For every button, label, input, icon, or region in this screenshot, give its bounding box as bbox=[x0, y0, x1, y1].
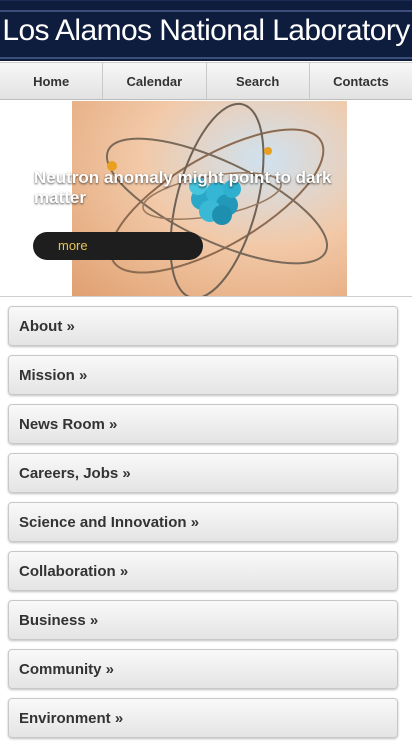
nav-tab-search[interactable]: Search bbox=[207, 63, 310, 99]
section-menu: About » Mission » News Room » Careers, J… bbox=[8, 306, 398, 747]
menu-item-collaboration[interactable]: Collaboration » bbox=[8, 551, 398, 591]
site-title[interactable]: Los Alamos National Laboratory bbox=[0, 14, 412, 48]
nav-tab-calendar[interactable]: Calendar bbox=[103, 63, 207, 99]
menu-item-news-room[interactable]: News Room » bbox=[8, 404, 398, 444]
nav-tab-home[interactable]: Home bbox=[0, 63, 104, 99]
section-divider bbox=[0, 296, 412, 297]
menu-item-community[interactable]: Community » bbox=[8, 649, 398, 689]
more-button[interactable]: more bbox=[33, 232, 203, 260]
menu-item-careers-jobs[interactable]: Careers, Jobs » bbox=[8, 453, 398, 493]
menu-item-business[interactable]: Business » bbox=[8, 600, 398, 640]
menu-item-about[interactable]: About » bbox=[8, 306, 398, 346]
nav-tab-contacts[interactable]: Contacts bbox=[310, 63, 412, 99]
menu-item-environment[interactable]: Environment » bbox=[8, 698, 398, 738]
header-rule bbox=[0, 57, 412, 59]
header-rule bbox=[0, 10, 412, 12]
feature-headline[interactable]: Neutron anomaly might point to dark matt… bbox=[34, 168, 374, 208]
main-nav: Home Calendar Search Contacts bbox=[0, 62, 412, 100]
menu-item-science-innovation[interactable]: Science and Innovation » bbox=[8, 502, 398, 542]
site-header: Los Alamos National Laboratory bbox=[0, 0, 412, 61]
menu-item-mission[interactable]: Mission » bbox=[8, 355, 398, 395]
